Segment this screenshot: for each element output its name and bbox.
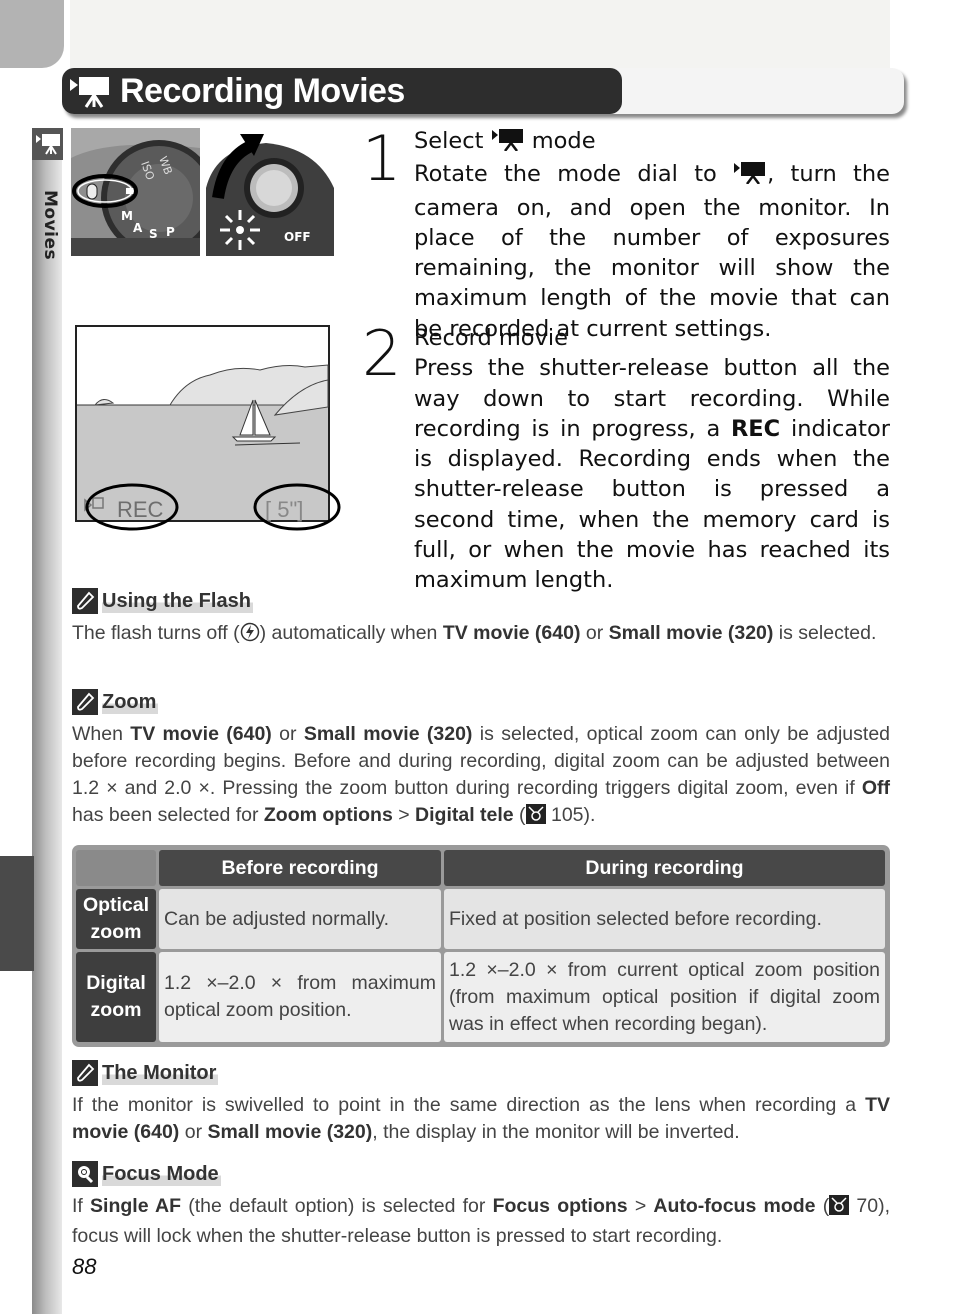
text-span: > [392,804,416,826]
note-focus-heading: Focus Mode [72,1161,221,1187]
title-bar: Recording Movies [62,68,622,114]
note-flash-heading: Using the Flash [72,588,253,614]
note-monitor-heading: The Monitor [72,1060,219,1086]
table-cell: Can be adjusted normally. [159,889,441,949]
side-bar [32,128,62,1314]
note-focus-body: If Single AF (the default option) is sel… [72,1193,890,1250]
zoom-comparison-table: Before recording During recording Optica… [72,845,890,1047]
note-pencil-icon [72,1060,98,1086]
table-row-label: Digital zoom [76,952,156,1042]
table-cell: 1.2 ×–2.0 × from maximum optical zoom po… [159,952,441,1042]
step-title-text: Select [414,128,491,154]
text-span: TV movie (640) [442,622,581,644]
table-cell: 1.2 ×–2.0 × from current optical zoom po… [444,952,885,1042]
text-span: Focus options [492,1195,628,1217]
step-title: Select mode [414,126,890,159]
table-header-before: Before recording [159,850,441,886]
note-title: Focus Mode [102,1162,221,1186]
monitor-preview-illustration: REC [ 5"] [75,325,345,535]
text-span: , the display in the monitor will be inv… [372,1121,740,1143]
text-span: > [627,1195,654,1217]
note-pencil-icon [72,689,98,715]
text-span: or [271,723,304,745]
text-span: Single AF [90,1195,182,1217]
text-span: indicator is displayed. Recording ends w… [414,415,890,594]
note-pencil-icon [72,588,98,614]
page-reference-icon[interactable] [525,804,546,832]
step-number: 1 [362,122,402,195]
svg-text:A: A [133,221,143,235]
movie-camera-icon [733,160,767,192]
note-monitor-body: If the monitor is swivelled to point in … [72,1092,890,1146]
text-span: ) automatically when [259,622,443,644]
svg-text:P: P [166,225,175,239]
focus-mode-icon [72,1161,98,1187]
text-span: Small movie (320) [303,723,473,745]
mode-dial-illustration: ISO WB M A S P [71,128,200,256]
page-number: 88 [72,1254,97,1279]
table-header-during: During recording [444,850,885,886]
text-span: ( [513,804,526,826]
text-span: Zoom options [263,804,393,826]
step-text: Press the shutter-release button all the… [414,355,890,593]
movie-camera-icon [491,127,525,159]
side-tab-label: Movies [40,190,60,261]
svg-text:REC: REC [117,497,164,522]
svg-text:OFF: OFF [284,230,311,244]
text-span: has been selected for [72,804,264,826]
text-span: (the default option) is selected for [181,1195,493,1217]
text-span: Rotate the mode dial to [414,161,734,188]
text-span: The flash turns off ( [72,622,240,644]
step-title: Record movie [414,325,568,351]
text-span: ( [815,1195,830,1217]
table-cell: Fixed at position selected before record… [444,889,885,949]
step-text: Rotate the mode dial to , turn the camer… [414,161,890,341]
text-span: TV movie (640) [130,723,272,745]
side-movie-camera-icon [32,128,63,160]
step-1: 1 Select mode Rotate the mode dial to , … [362,122,892,342]
note-title: Using the Flash [102,589,253,613]
text-span: Digital tele [415,804,514,826]
top-band [70,0,890,68]
page-reference-icon[interactable] [829,1195,850,1223]
text-span: is selected. [773,622,877,644]
step-title-text: mode [524,128,596,154]
power-button-illustration: OFF [206,128,334,256]
note-title: Zoom [102,690,159,714]
text-span: If the monitor is swivelled to point in … [72,1094,866,1116]
rec-indicator-text: REC [730,415,781,442]
page-title: Recording Movies [120,71,405,110]
text-span: or [580,622,609,644]
text-span: or [179,1121,208,1143]
svg-text:[ 5"]: [ 5"] [265,497,303,522]
text-span: Small movie (320) [608,622,774,644]
note-zoom-body: When TV movie (640) or Small movie (320)… [72,721,890,832]
text-span: , turn the camera on, and open the monit… [414,161,890,342]
table-corner-cell [76,850,156,886]
note-zoom-heading: Zoom [72,689,159,715]
flash-off-icon [240,622,260,650]
svg-text:M: M [121,209,133,223]
step-2: 2 Record movie Press the shutter-release… [362,317,892,594]
step-number: 2 [362,317,402,390]
corner-tab [0,0,64,68]
note-flash-body: The flash turns off ( ) automatically whe… [72,620,890,650]
table-row-label: Optical zoom [76,889,156,949]
text-span: When [72,723,131,745]
movie-camera-icon [68,73,112,109]
text-span: Auto-focus mode [653,1195,816,1217]
text-span: Off [861,777,890,799]
note-title: The Monitor [102,1061,219,1085]
page-reference-text[interactable]: 105). [546,804,595,826]
side-section-marker [0,856,34,971]
text-span: Small movie (320) [207,1121,373,1143]
text-span: If [72,1195,91,1217]
